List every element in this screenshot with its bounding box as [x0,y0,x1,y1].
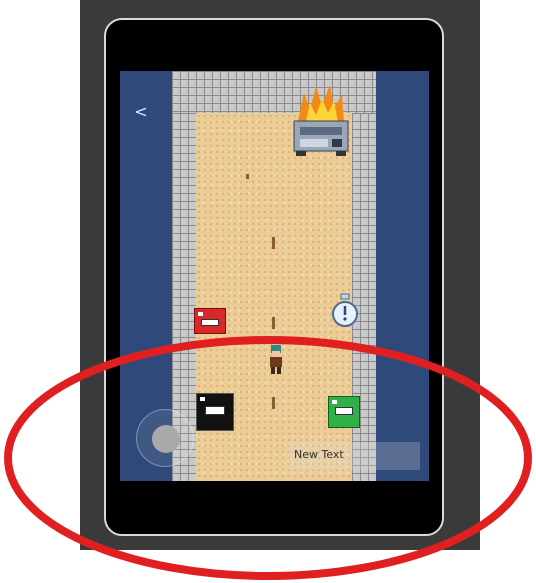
annotation-oval [4,336,532,580]
